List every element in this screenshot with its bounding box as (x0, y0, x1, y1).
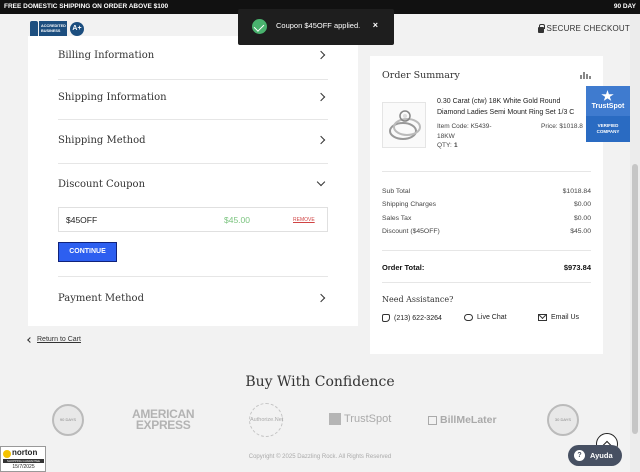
norton-seal[interactable]: norton SHOPPING GUARANTEE 15/7/2025 (0, 446, 46, 472)
shipping-method-label: Shipping Method (58, 135, 146, 146)
divider (382, 250, 591, 251)
sales-tax-row: Sales Tax $0.00 (382, 215, 591, 222)
chevron-right-icon (316, 135, 326, 145)
promo-text: FREE DOMESTIC SHIPPING ON ORDER ABOVE $1… (4, 3, 169, 10)
secure-checkout: SECURE CHECKOUT (537, 23, 630, 33)
checkout-steps-panel: Billing Information Shipping Information… (28, 36, 358, 326)
chevron-down-icon (316, 177, 326, 187)
item-code-value: 18KW (437, 133, 455, 140)
toast-message: Coupon $45OFF applied. (276, 21, 361, 30)
email-us-link[interactable]: Email Us (538, 314, 579, 321)
order-total-row: Order Total: $973.84 (382, 263, 591, 272)
divider (382, 171, 591, 172)
bbb-accredited-text: ACCREDITED BUSINESS (39, 21, 67, 37)
item-code-label: Item Code: K5439- (437, 123, 492, 130)
payment-method-section[interactable]: Payment Method (58, 276, 328, 320)
chevron-right-icon (316, 92, 326, 102)
chevron-right-icon (316, 293, 326, 303)
secure-checkout-label: SECURE CHECKOUT (546, 24, 630, 33)
shipping-method-section[interactable]: Shipping Method (58, 120, 328, 164)
return-to-cart-link[interactable]: Return to Cart (27, 336, 81, 343)
trustspot-widget[interactable]: TrustSpot VERIFIED COMPANY (586, 86, 630, 142)
promo-right-text: 90 DAY (613, 3, 636, 10)
live-chat-link[interactable]: Live Chat (464, 314, 507, 321)
divider (382, 282, 591, 283)
product-price: Price: $1018.8 (541, 123, 583, 130)
coupon-code: $45OFF (66, 215, 98, 225)
ring-icon (389, 110, 421, 140)
american-express-logo: AMERICAN EXPRESS (132, 407, 195, 432)
page-scrollbar[interactable] (630, 14, 640, 472)
discount-coupon-label: Discount Coupon (58, 179, 146, 190)
trustspot-logo: TrustSpot (329, 413, 391, 425)
trustspot-name: TrustSpot (591, 103, 625, 110)
chevron-left-icon (27, 336, 33, 343)
lock-icon (537, 23, 545, 33)
authorize-net-seal[interactable]: Authorize.Net (249, 403, 283, 437)
discount-coupon-section[interactable]: Discount Coupon (58, 164, 328, 208)
discount-row: Discount ($45OFF) $45.00 (382, 228, 591, 235)
billmelater-logo: BillMeLater (428, 414, 497, 426)
chat-icon (464, 314, 473, 321)
buy-with-confidence-title: Buy With Confidence (245, 374, 395, 390)
90-days-seal: 90 DAYS (52, 404, 84, 436)
billing-information-label: Billing Information (58, 50, 155, 61)
trustspot-star-icon (329, 413, 341, 425)
help-icon: ? (574, 450, 585, 461)
toast-close-button[interactable]: × (373, 20, 378, 30)
bbb-badge[interactable]: ACCREDITED BUSINESS A+ (30, 21, 84, 37)
bbb-rating: A+ (70, 22, 84, 36)
trustspot-verified: VERIFIED COMPANY (596, 123, 620, 134)
scrollbar-thumb[interactable] (632, 164, 638, 434)
order-summary-title: Order Summary (382, 70, 460, 81)
mail-icon (538, 314, 547, 321)
quantity-value: 1 (454, 142, 458, 149)
coupon-amount: $45.00 (224, 215, 250, 225)
copyright-text: Copyright © 2025 Dazzling Rock. All Righ… (248, 454, 392, 460)
subtotal-row: Sub Total $1018.84 (382, 188, 591, 195)
phone-link[interactable]: (213) 622-3264 (382, 314, 442, 322)
chevron-right-icon (316, 50, 326, 60)
remove-coupon-link[interactable]: REMOVE (293, 217, 315, 223)
applied-coupon-row: $45OFF $45.00 REMOVE (58, 207, 328, 232)
bar-chart-icon (580, 72, 591, 79)
need-assistance-title: Need Assistance? (382, 295, 454, 304)
shipping-information-label: Shipping Information (58, 92, 167, 103)
30-days-seal: 30 DAYS (547, 404, 579, 436)
coupon-applied-toast: Coupon $45OFF applied. × (238, 9, 394, 45)
check-circle-icon (252, 19, 267, 34)
shipping-charges-row: Shipping Charges $0.00 (382, 201, 591, 208)
product-name[interactable]: 0.30 Carat (ctw) 18K White Gold Round Di… (437, 97, 595, 118)
product-thumbnail[interactable] (382, 102, 426, 148)
quantity-label: QTY: (437, 142, 452, 149)
help-button[interactable]: ? Ayuda (568, 445, 622, 466)
continue-button[interactable]: CONTINUE (58, 242, 117, 262)
order-summary-panel: Order Summary 0.30 Carat (ctw) 18K White… (370, 56, 603, 354)
bbb-torch-icon (30, 21, 38, 37)
checkbox-icon (428, 415, 437, 425)
phone-icon (382, 314, 390, 322)
shipping-information-section[interactable]: Shipping Information (58, 76, 328, 120)
norton-check-icon (3, 450, 11, 458)
payment-method-label: Payment Method (58, 293, 144, 304)
